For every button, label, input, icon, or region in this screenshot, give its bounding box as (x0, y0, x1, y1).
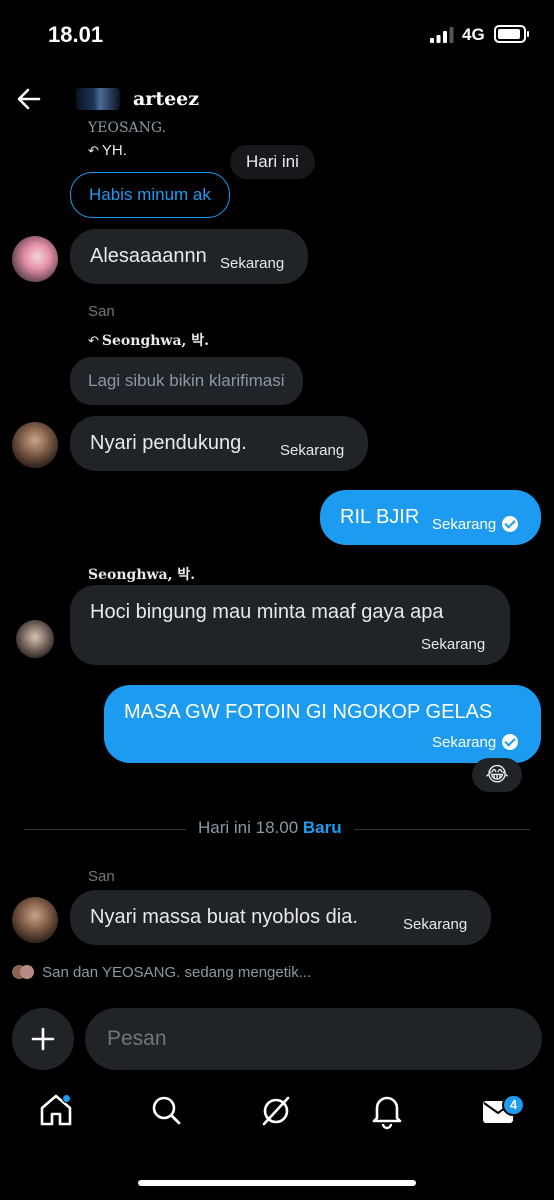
message-text: Nyari massa buat nyoblos dia. (90, 906, 358, 928)
add-attachment-button[interactable] (12, 1008, 74, 1070)
bell-icon[interactable] (367, 1090, 407, 1130)
reply-arrow-icon: ↶ (88, 334, 99, 349)
message-text: Hoci bingung mau minta maaf gaya apa (90, 601, 444, 623)
avatar[interactable] (16, 620, 54, 658)
message-time: Sekarang (432, 734, 519, 751)
message-text: RIL BJIR (340, 506, 420, 528)
group-avatar[interactable] (76, 88, 120, 110)
arrow-left-icon[interactable] (14, 84, 44, 114)
tab-bar: 4 (0, 1090, 554, 1150)
message-bubble-outgoing[interactable]: MASA GW FOTOIN GI NGOKOP GELAS Sekarang (104, 685, 541, 763)
chat-title[interactable]: arteez (133, 88, 199, 110)
read-check-icon (502, 734, 519, 750)
message-bubble[interactable]: Hoci bingung mau minta maaf gaya apa Sek… (70, 585, 510, 665)
message-bubble[interactable]: Nyari massa buat nyoblos dia. Sekarang (70, 890, 491, 945)
message-bubble-outgoing[interactable]: RIL BJIR Sekarang (320, 490, 541, 545)
message-text: Alesaaaannn (90, 245, 207, 267)
sender-name: YEOSANG. (88, 120, 167, 134)
message-time: Sekarang (280, 442, 345, 459)
status-bar: 18.01 4G (0, 0, 554, 70)
avatar[interactable] (12, 897, 58, 943)
read-check-icon (502, 516, 519, 532)
grok-icon[interactable] (256, 1090, 296, 1130)
quoted-message[interactable]: Habis minum ak (70, 172, 230, 218)
sender-name: San (88, 303, 115, 320)
typing-text: San dan YEOSANG. sedang mengetik... (42, 964, 312, 981)
reply-to-label: ↶ Seonghwa, 박. (88, 333, 210, 349)
chat-header: arteez (0, 72, 554, 128)
date-pill: Hari ini (230, 145, 315, 179)
battery-icon (494, 25, 529, 43)
avatar[interactable] (12, 422, 58, 468)
search-icon[interactable] (146, 1090, 186, 1130)
divider-label: Hari ini 18.00 Baru (186, 818, 354, 838)
reply-arrow-icon: ↶ (88, 144, 99, 159)
sender-name: Seonghwa, 박. (88, 567, 196, 583)
message-time: Sekarang (432, 516, 519, 533)
avatar[interactable] (12, 236, 58, 282)
message-time: Sekarang (421, 636, 486, 653)
message-bubble[interactable]: Nyari pendukung. Sekarang (70, 416, 368, 471)
message-time: Sekarang (403, 916, 468, 933)
network-type: 4G (462, 25, 485, 44)
status-time: 18.01 (48, 22, 104, 47)
message-bubble[interactable]: Alesaaaannn Sekarang (70, 229, 308, 284)
message-time: Sekarang (220, 255, 285, 272)
quoted-message[interactable]: Lagi sibuk bikin klarifimasi (70, 357, 303, 405)
home-indicator (138, 1180, 416, 1186)
signal-icon (430, 27, 454, 43)
plus-icon (31, 1027, 55, 1051)
sender-name: San (88, 868, 115, 885)
reply-to-label: ↶ YH. (88, 142, 127, 159)
messages-badge: 4 (502, 1094, 526, 1116)
avatar (20, 965, 34, 979)
home-notification-dot (62, 1094, 71, 1103)
message-text: Nyari pendukung. (90, 432, 247, 454)
message-input[interactable] (85, 1008, 542, 1070)
message-text: MASA GW FOTOIN GI NGOKOP GELAS (124, 701, 493, 723)
typing-indicator: San dan YEOSANG. sedang mengetik... (12, 964, 311, 986)
reaction-badge[interactable]: 😂 (472, 758, 522, 792)
